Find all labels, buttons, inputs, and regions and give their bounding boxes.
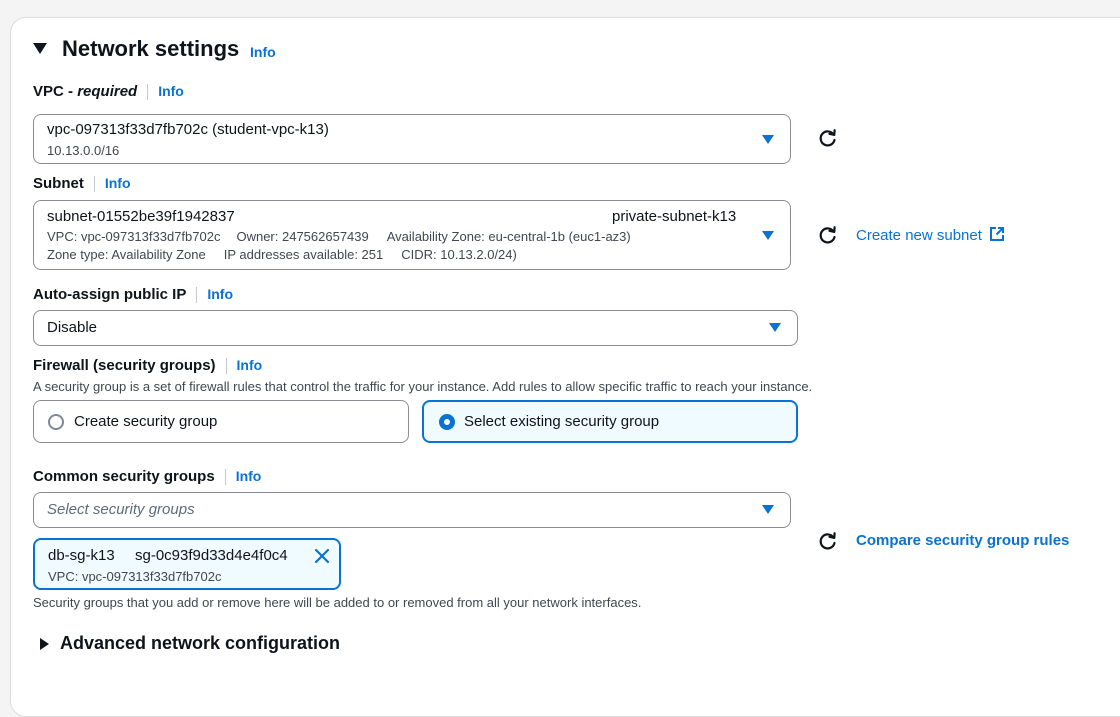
vpc-label-text: VPC - — [33, 83, 78, 100]
auto-assign-value: Disable — [47, 319, 98, 336]
collapse-caret-icon[interactable] — [33, 43, 47, 54]
divider — [224, 469, 226, 486]
firewall-label-text: Firewall (security groups) — [33, 357, 216, 374]
token-id: sg-0c93f9d33d4e4f0c4 — [135, 547, 288, 564]
subnet-ips: IP addresses available: 251 — [223, 247, 384, 262]
firewall-label: Firewall (security groups) Info — [33, 357, 263, 375]
security-groups-help-text: Security groups that you add or remove h… — [33, 595, 642, 610]
divider — [196, 287, 198, 304]
firewall-info-link[interactable]: Info — [237, 357, 263, 373]
radio-selected-icon[interactable] — [439, 414, 455, 430]
subnet-info-link[interactable]: Info — [105, 175, 131, 191]
advanced-network-configuration-toggle[interactable]: Advanced network configuration — [60, 633, 340, 654]
create-new-subnet-link[interactable]: Create new subnet — [856, 226, 1005, 244]
subnet-details-row2: Zone type: Availability Zone IP addresses… — [47, 247, 517, 262]
vpc-info-link[interactable]: Info — [158, 83, 184, 99]
vpc-value: vpc-097313f33d7fb702c (student-vpc-k13) — [47, 121, 329, 138]
security-group-token: db-sg-k13 sg-0c93f9d33d4e4f0c4 VPC: vpc-… — [33, 538, 341, 590]
auto-assign-label: Auto-assign public IP Info — [33, 286, 233, 304]
firewall-description: A security group is a set of firewall ru… — [33, 379, 813, 394]
vpc-required-text: required — [77, 83, 138, 100]
remove-token-icon[interactable] — [314, 548, 330, 564]
chevron-down-icon — [762, 231, 774, 240]
subnet-owner: Owner: 247562657439 — [236, 229, 369, 244]
refresh-icon[interactable] — [818, 225, 838, 245]
section-info-link[interactable]: Info — [250, 44, 276, 60]
refresh-icon[interactable] — [818, 531, 838, 551]
subnet-az: Availability Zone: eu-central-1b (euc1-a… — [386, 229, 631, 244]
chevron-down-icon — [769, 323, 781, 332]
divider — [93, 176, 95, 193]
security-groups-select[interactable]: Select security groups — [33, 492, 791, 528]
external-link-icon — [990, 227, 1005, 241]
create-security-group-option[interactable]: Create security group — [33, 400, 409, 443]
divider — [147, 84, 149, 101]
chevron-down-icon — [762, 135, 774, 144]
section-title[interactable]: Network settings — [62, 36, 239, 62]
compare-security-group-rules-link[interactable]: Compare security group rules — [856, 532, 1069, 549]
common-sg-label-text: Common security groups — [33, 468, 215, 485]
token-vpc: VPC: vpc-097313f33d7fb702c — [48, 569, 222, 584]
subnet-details-row1: VPC: vpc-097313f33d7fb702c Owner: 2475626… — [47, 229, 631, 244]
subnet-label: Subnet Info — [33, 175, 131, 193]
subnet-name: private-subnet-k13 — [612, 208, 737, 225]
auto-assign-select[interactable]: Disable — [33, 310, 798, 346]
subnet-id: subnet-01552be39f1942837 — [47, 208, 235, 225]
common-sg-info-link[interactable]: Info — [236, 468, 262, 484]
subnet-vpc: VPC: vpc-097313f33d7fb702c — [47, 229, 221, 244]
token-name: db-sg-k13 — [48, 547, 115, 564]
create-new-subnet-label: Create new subnet — [856, 227, 982, 244]
expand-caret-icon[interactable] — [40, 638, 49, 650]
vpc-label: VPC - required Info — [33, 83, 184, 101]
security-groups-placeholder: Select security groups — [47, 501, 195, 518]
subnet-label-text: Subnet — [33, 175, 84, 192]
chevron-down-icon — [762, 505, 774, 514]
vpc-select[interactable]: vpc-097313f33d7fb702c (student-vpc-k13) … — [33, 114, 791, 164]
auto-assign-label-text: Auto-assign public IP — [33, 286, 187, 303]
radio-unselected-icon[interactable] — [48, 414, 64, 430]
subnet-cidr: CIDR: 10.13.2.0/24) — [401, 247, 517, 262]
auto-assign-info-link[interactable]: Info — [207, 286, 233, 302]
refresh-icon[interactable] — [818, 128, 838, 148]
create-security-group-label: Create security group — [74, 413, 218, 430]
select-existing-security-group-label: Select existing security group — [464, 413, 660, 430]
vpc-cidr: 10.13.0.0/16 — [47, 143, 120, 158]
select-existing-security-group-option[interactable]: Select existing security group — [422, 400, 798, 443]
subnet-select[interactable]: subnet-01552be39f1942837 private-subnet-… — [33, 200, 791, 270]
common-sg-label: Common security groups Info — [33, 468, 262, 486]
divider — [225, 358, 227, 375]
subnet-zone-type: Zone type: Availability Zone — [47, 247, 206, 262]
